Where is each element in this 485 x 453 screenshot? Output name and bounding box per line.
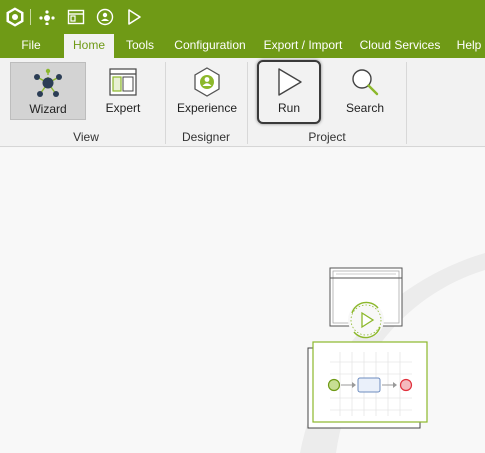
app-logo-icon[interactable] <box>5 7 25 27</box>
wizard-view-icon[interactable] <box>37 7 57 27</box>
toolbar-separator <box>30 9 31 25</box>
run-icon-large <box>259 66 319 98</box>
wizard-icon <box>11 67 85 99</box>
menu-export-import[interactable]: Export / Import <box>259 34 347 58</box>
search-button[interactable]: Search <box>334 62 396 120</box>
menu-help[interactable]: Help <box>450 34 485 58</box>
menu-cloud-services[interactable]: Cloud Services <box>355 34 445 58</box>
expert-view-icon[interactable] <box>66 7 86 27</box>
experience-label: Experience <box>176 101 238 115</box>
run-button[interactable]: Run <box>257 60 321 124</box>
menu-bar: File Home Tools Configuration Export / I… <box>0 34 485 58</box>
group-label-designer: Designer <box>181 130 231 144</box>
experience-button[interactable]: Experience <box>172 62 242 120</box>
group-label-project: Project <box>308 130 346 144</box>
search-label: Search <box>345 101 385 115</box>
expert-label: Expert <box>105 101 141 115</box>
menu-file[interactable]: File <box>12 34 50 58</box>
experience-icon-large <box>172 66 242 98</box>
search-icon <box>334 66 396 98</box>
menu-home[interactable]: Home <box>64 34 114 58</box>
expert-icon <box>90 66 156 98</box>
empty-project-illustration <box>300 253 485 453</box>
group-separator <box>406 62 407 144</box>
wizard-button[interactable]: Wizard <box>10 62 86 120</box>
run-icon[interactable] <box>124 7 144 27</box>
menu-tools[interactable]: Tools <box>119 34 161 58</box>
workspace-canvas <box>0 148 485 453</box>
experience-icon[interactable] <box>95 7 115 27</box>
expert-button[interactable]: Expert <box>90 62 156 120</box>
run-label: Run <box>277 101 300 115</box>
menu-configuration[interactable]: Configuration <box>168 34 252 58</box>
group-label-view: View <box>73 130 99 144</box>
ribbon: Wizard Expert View Experience Designer R… <box>0 58 485 147</box>
wizard-label: Wizard <box>29 102 67 116</box>
title-bar <box>0 0 485 34</box>
